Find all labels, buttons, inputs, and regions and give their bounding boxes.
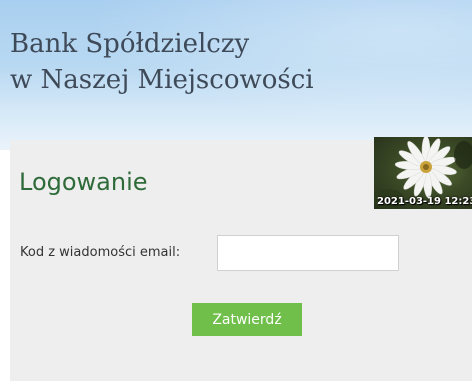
submit-button[interactable]: Zatwierdź bbox=[192, 303, 302, 336]
page-title: Logowanie bbox=[19, 168, 148, 196]
security-image: 2021-03-19 12:23 bbox=[374, 137, 472, 209]
bank-name: Bank Spółdzielczy w Naszej Miejscowości bbox=[10, 26, 314, 98]
bank-name-line1: Bank Spółdzielczy bbox=[10, 29, 250, 59]
bank-name-line2: w Naszej Miejscowości bbox=[10, 65, 314, 95]
login-page: Bank Spółdzielczy w Naszej Miejscowości bbox=[0, 0, 472, 381]
email-code-input[interactable] bbox=[217, 235, 399, 271]
email-code-label: Kod z wiadomości email: bbox=[20, 245, 181, 260]
image-timestamp: 2021-03-19 12:23 bbox=[377, 196, 472, 207]
